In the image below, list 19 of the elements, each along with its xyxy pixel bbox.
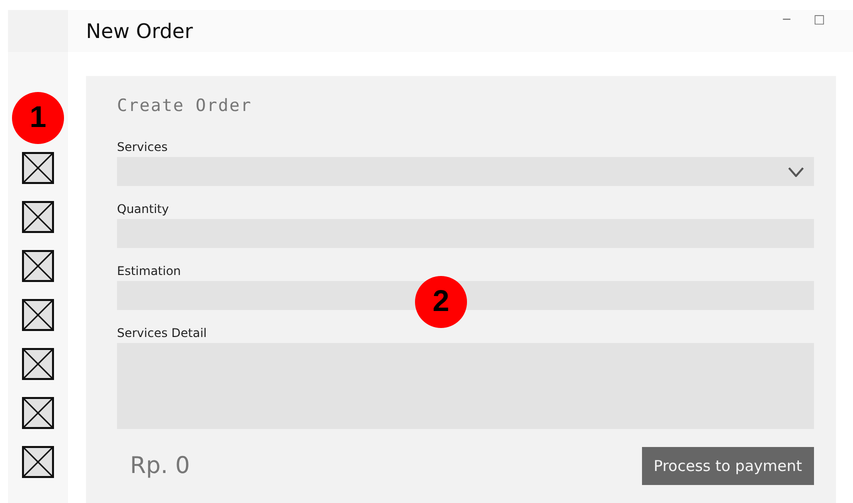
image-placeholder-icon[interactable] bbox=[22, 446, 54, 478]
image-placeholder-icon[interactable] bbox=[22, 201, 54, 233]
field-label: Estimation bbox=[117, 264, 181, 278]
image-placeholder-icon[interactable] bbox=[22, 152, 54, 184]
chevron-down-icon bbox=[788, 166, 804, 176]
field-label: Services Detail bbox=[117, 326, 207, 340]
image-placeholder-icon[interactable] bbox=[22, 250, 54, 282]
input-field[interactable] bbox=[117, 281, 814, 310]
minimize-button[interactable]: − bbox=[782, 12, 792, 26]
field-label: Quantity bbox=[117, 202, 169, 216]
image-placeholder-icon[interactable] bbox=[22, 299, 54, 331]
total-amount: Rp. 0 bbox=[130, 453, 190, 479]
field-label: Services bbox=[117, 140, 168, 154]
image-placeholder-icon[interactable] bbox=[22, 348, 54, 380]
payment-button[interactable]: Process to payment bbox=[642, 447, 814, 485]
window-title: New Order bbox=[86, 19, 193, 43]
maximize-button[interactable]: □ bbox=[814, 12, 825, 26]
form-title: Create Order bbox=[117, 96, 252, 116]
image-placeholder-icon[interactable] bbox=[22, 397, 54, 429]
